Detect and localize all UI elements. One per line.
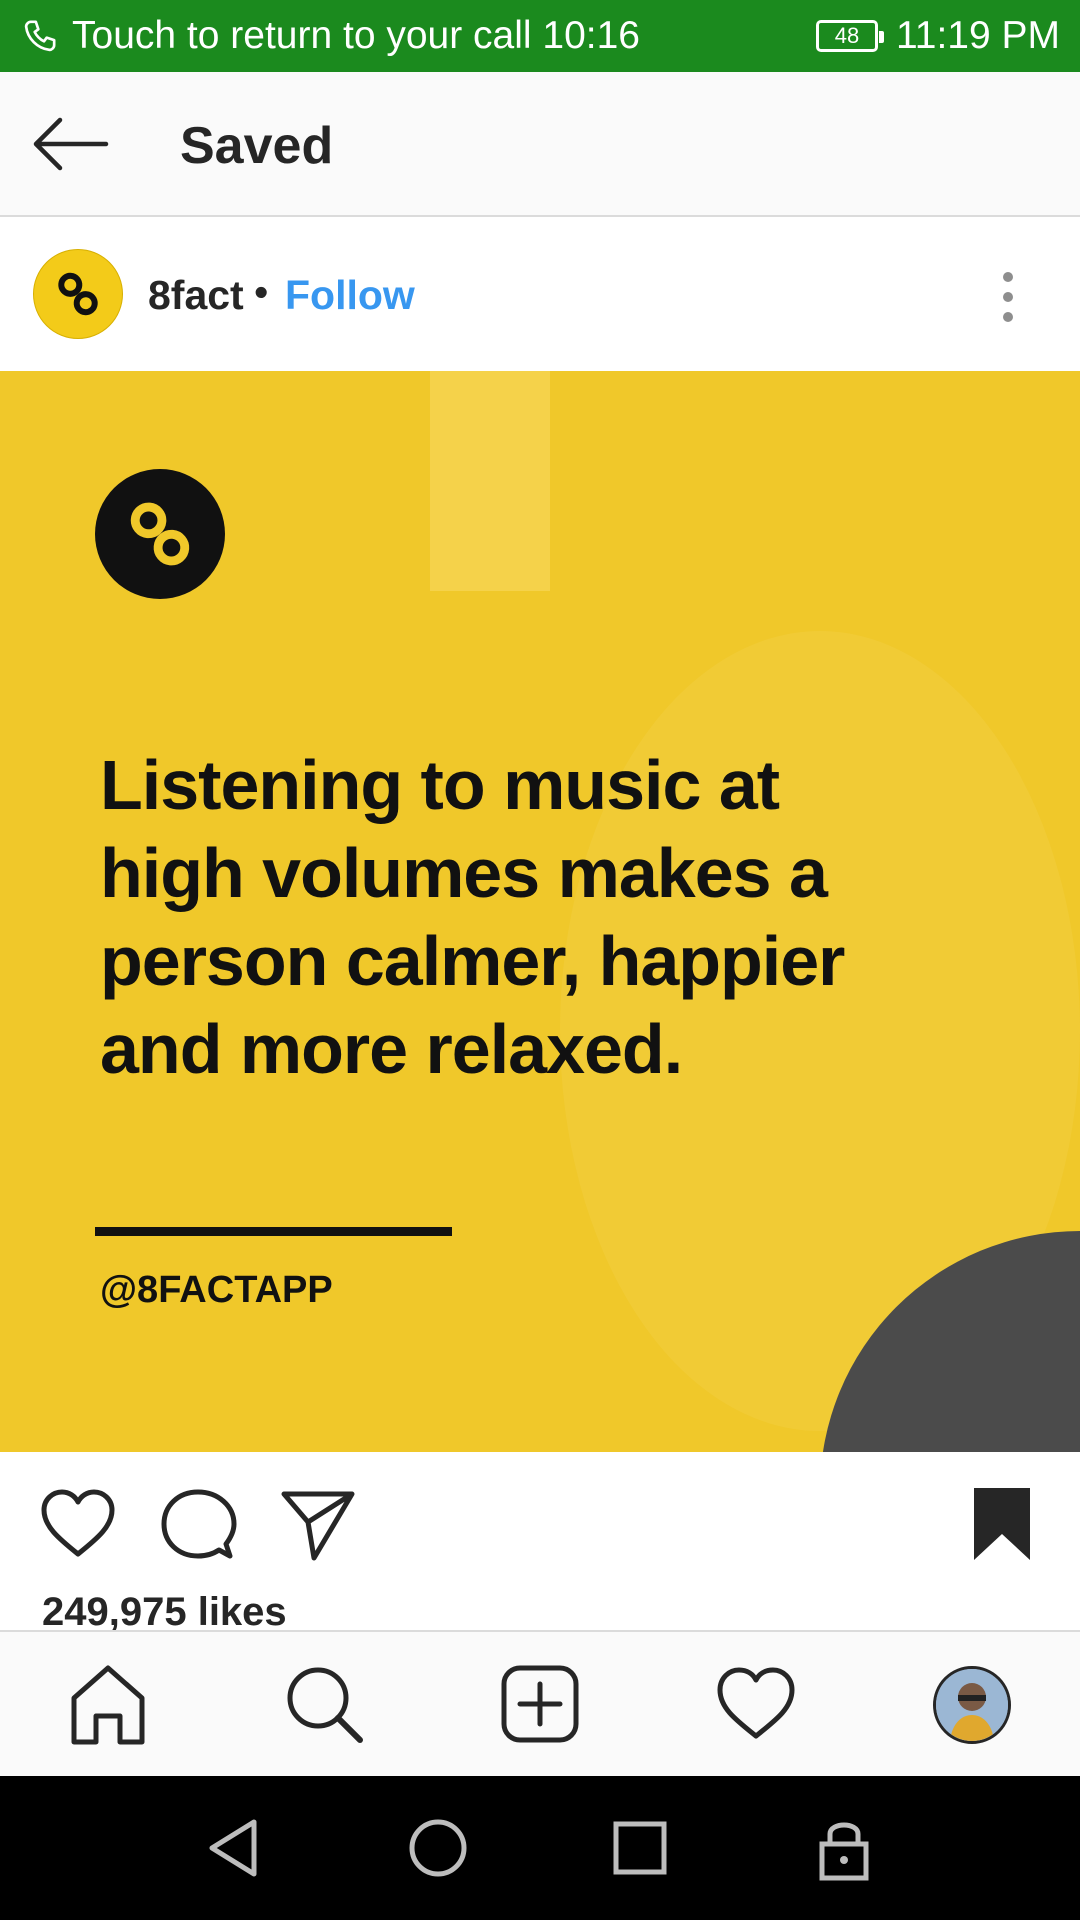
follow-button[interactable]: Follow (285, 272, 415, 319)
activity-heart-icon[interactable] (714, 1662, 798, 1746)
heart-icon[interactable] (38, 1484, 118, 1564)
divider-rule (95, 1227, 452, 1236)
home-icon[interactable] (66, 1662, 150, 1746)
separator-dot: • (254, 269, 269, 315)
search-icon[interactable] (282, 1662, 366, 1746)
caption-line: and more relaxed. (100, 1010, 683, 1088)
caption-line: person calmer, happier (100, 922, 845, 1000)
share-icon[interactable] (278, 1484, 358, 1564)
battery-indicator: 48 (816, 20, 884, 52)
add-post-icon[interactable] (498, 1662, 582, 1746)
profile-photo-icon (936, 1669, 1008, 1741)
eight-logo-icon (58, 272, 98, 316)
return-to-call-text[interactable]: Touch to return to your call 10:16 (72, 14, 640, 58)
app-header: Saved (0, 72, 1080, 217)
phone-icon (24, 20, 56, 52)
back-triangle-icon[interactable] (200, 1812, 272, 1884)
home-circle-icon[interactable] (402, 1812, 474, 1884)
recents-square-icon[interactable] (604, 1812, 676, 1884)
post-actions (0, 1452, 1080, 1590)
account-avatar[interactable] (33, 249, 123, 339)
eight-logo-icon (130, 502, 190, 566)
caption-line: Listening to music at (100, 746, 780, 824)
system-navigation-bar (0, 1776, 1080, 1920)
lock-icon[interactable] (808, 1812, 880, 1884)
arrow-left-icon[interactable] (30, 112, 110, 176)
account-username[interactable]: 8fact (148, 272, 244, 319)
image-background-detail (430, 371, 550, 591)
more-options-icon[interactable] (990, 267, 1026, 327)
caption-line: high volumes makes a (100, 834, 828, 912)
post-image-caption: Listening to music at high volumes makes… (100, 741, 960, 1093)
image-handle: @8FACTAPP (100, 1269, 333, 1311)
profile-avatar[interactable] (933, 1666, 1011, 1744)
post-header: 8fact • Follow (0, 219, 1080, 371)
status-bar[interactable]: Touch to return to your call 10:16 48 11… (0, 0, 1080, 72)
bottom-navigation (0, 1630, 1080, 1776)
comment-icon[interactable] (158, 1484, 238, 1564)
eight-logo-badge (95, 469, 225, 599)
page-title: Saved (180, 117, 334, 175)
post-image[interactable]: Listening to music at high volumes makes… (0, 371, 1080, 1452)
clock: 11:19 PM (895, 14, 1060, 57)
likes-count[interactable]: 249,975 likes (42, 1590, 287, 1635)
bookmark-icon[interactable] (964, 1484, 1044, 1564)
